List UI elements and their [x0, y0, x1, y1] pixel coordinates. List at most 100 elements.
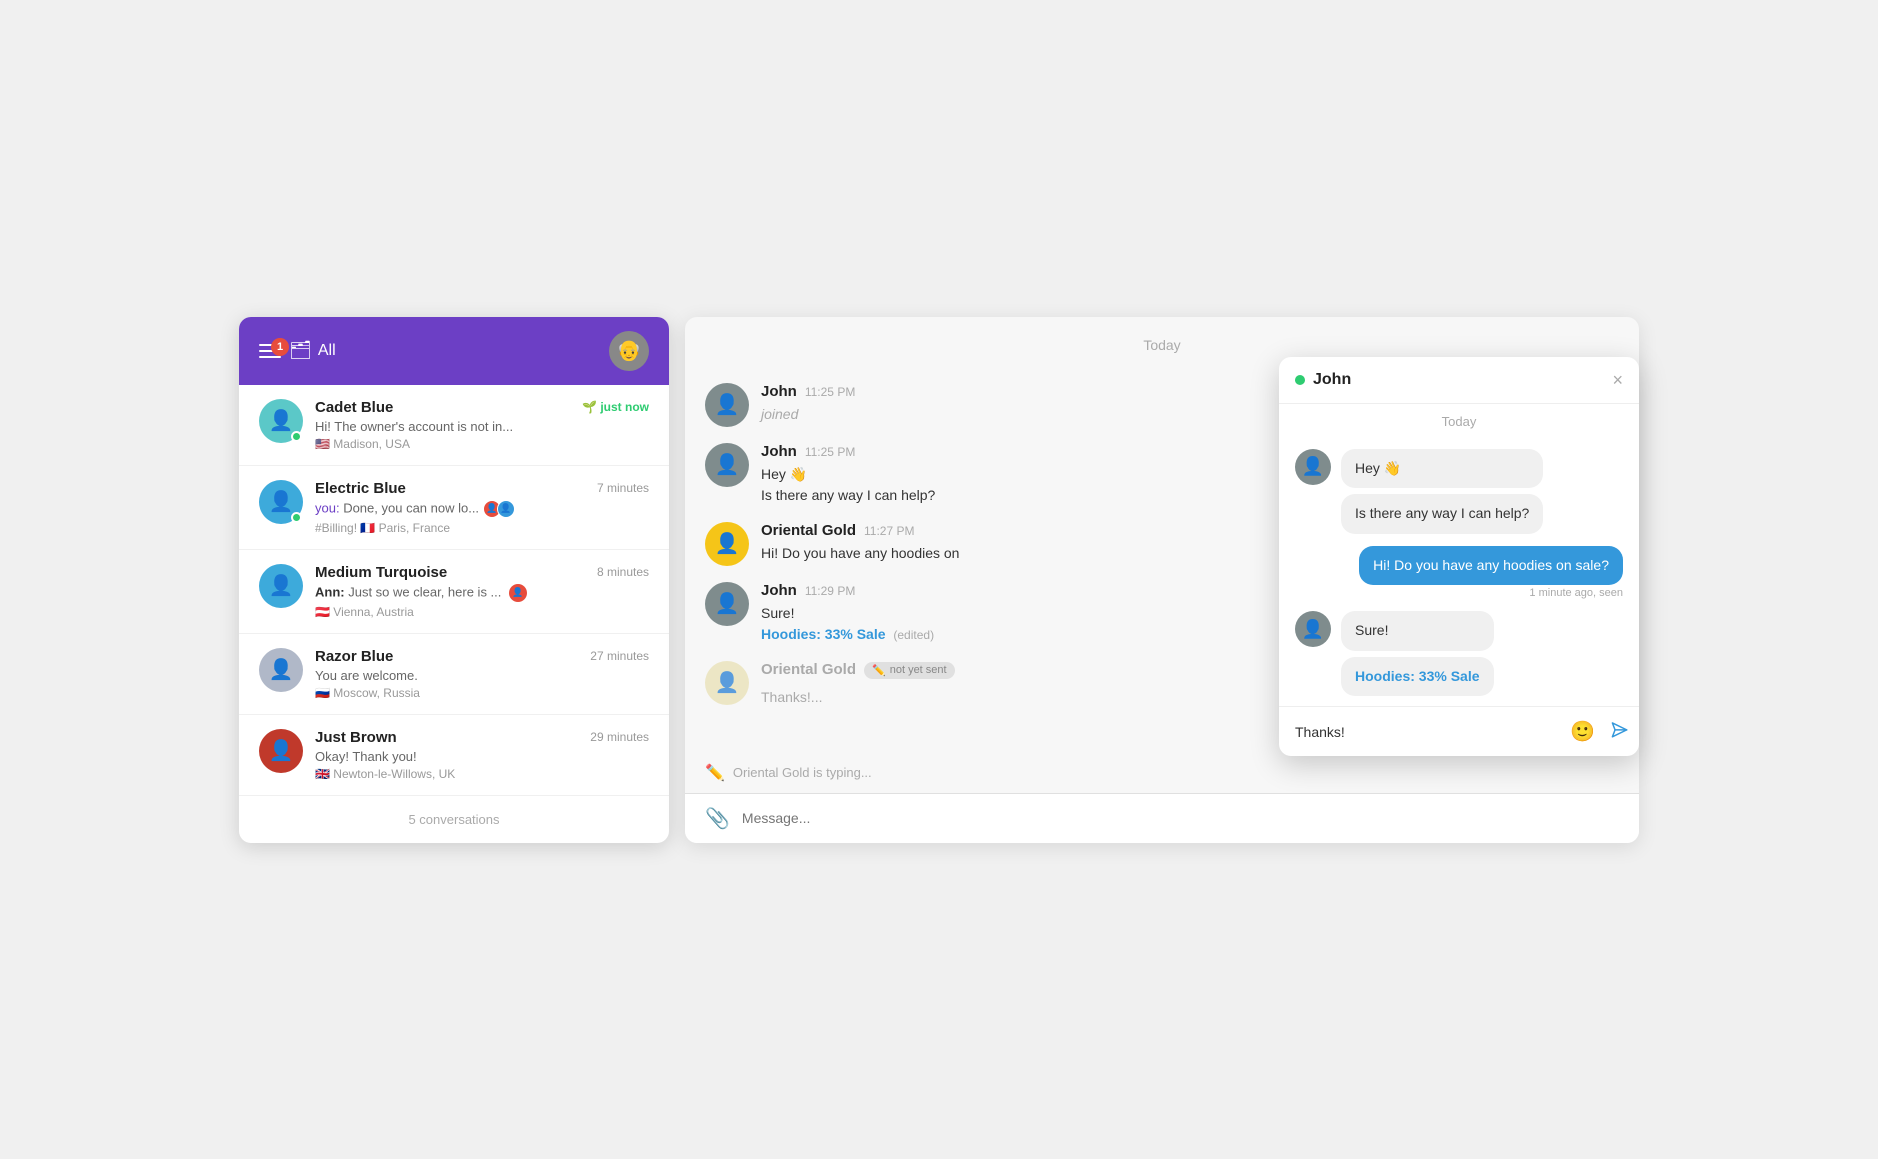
- avatar: 👤: [259, 648, 303, 692]
- stack-avatar: 👤: [497, 500, 515, 518]
- attach-icon[interactable]: 📎: [705, 806, 730, 831]
- user-avatar-header[interactable]: 👴: [609, 331, 649, 371]
- mini-messages: 👤 Hey 👋 Is there any way I can help? Hi!…: [1279, 439, 1639, 707]
- conv-meta: #Billing! 🇫🇷 Paris, France: [315, 521, 649, 535]
- mini-message-input[interactable]: [1295, 724, 1560, 740]
- msg-time: 11:25 PM: [805, 445, 855, 459]
- list-item[interactable]: 👤 Electric Blue 7 minutes you: Done, you…: [239, 466, 669, 550]
- person-icon: 👤: [269, 489, 294, 514]
- notification-badge: 1: [271, 338, 289, 356]
- person-icon: 👤: [269, 657, 294, 682]
- conv-body: Just Brown 29 minutes Okay! Thank you! 🇬…: [315, 729, 649, 781]
- conv-time: 29 minutes: [590, 730, 649, 744]
- msg-content: Oriental Gold ✏️ not yet sent Thanks!...: [761, 661, 955, 708]
- list-item: 👤 Hey 👋 Is there any way I can help?: [1295, 449, 1623, 534]
- mini-chat-name: John: [1313, 371, 1351, 389]
- send-button[interactable]: [1599, 717, 1629, 747]
- hoodies-link[interactable]: Hoodies: 33% Sale: [1355, 668, 1480, 684]
- list-item[interactable]: 👤 Razor Blue 27 minutes You are welcome.…: [239, 634, 669, 715]
- conv-meta: 🇷🇺 Moscow, Russia: [315, 686, 649, 700]
- conversation-items: 👤 Cadet Blue 🌱 just now Hi! The owner's …: [239, 385, 669, 796]
- conv-body: Medium Turquoise 8 minutes Ann: Just so …: [315, 564, 649, 619]
- msg-bubble: Sure!: [1341, 611, 1494, 651]
- avatar: 👤: [259, 399, 303, 443]
- conv-time: 7 minutes: [597, 481, 649, 495]
- hoodies-link[interactable]: Hoodies: 33% Sale: [761, 626, 886, 642]
- msg-status: ✏️ not yet sent: [864, 662, 955, 679]
- conv-body: Razor Blue 27 minutes You are welcome. 🇷…: [315, 648, 649, 700]
- list-item: 👤 Sure! Hoodies: 33% Sale: [1295, 611, 1623, 696]
- msg-bubble: joined: [761, 404, 855, 425]
- list-item: Hi! Do you have any hoodies on sale? 1 m…: [1295, 546, 1623, 600]
- close-button[interactable]: ×: [1612, 371, 1623, 389]
- bubble-wrap: Sure! Hoodies: 33% Sale: [1341, 611, 1494, 696]
- person-icon: 👤: [269, 738, 294, 763]
- msg-time: 11:25 PM: [805, 385, 855, 399]
- avatar: 👤: [705, 383, 749, 427]
- msg-bubble: Hoodies: 33% Sale: [1341, 657, 1494, 697]
- mini-date-separator: Today: [1279, 404, 1639, 439]
- msg-content: John 11:29 PM Sure! Hoodies: 33% Sale (e…: [761, 582, 934, 645]
- msg-sender: John: [761, 383, 797, 400]
- msg-bubble: Hey 👋 Is there any way I can help?: [761, 464, 935, 506]
- conv-name: Razor Blue: [315, 648, 393, 665]
- pending-icon: ✏️: [872, 664, 886, 677]
- avatar: 👤: [259, 480, 303, 524]
- mini-input-area: 🙂: [1279, 706, 1639, 756]
- person-icon: 👤: [269, 573, 294, 598]
- online-indicator: [291, 512, 302, 523]
- conv-preview: Hi! The owner's account is not in...: [315, 419, 649, 434]
- avatar: 👤: [705, 443, 749, 487]
- conv-meta: 🇬🇧 Newton-le-Willows, UK: [315, 767, 649, 781]
- menu-button[interactable]: 1: [259, 344, 281, 358]
- msg-content: John 11:25 PM joined: [761, 383, 855, 425]
- conv-preview: Ann: Just so we clear, here is ... 👤: [315, 584, 649, 602]
- conv-preview: you: Done, you can now lo... 👤 👤: [315, 500, 649, 518]
- stack-avatar: 👤: [509, 584, 527, 602]
- msg-time: 11:27 PM: [864, 524, 914, 538]
- all-label: 🗂 All: [289, 340, 336, 361]
- conv-time: 27 minutes: [590, 649, 649, 663]
- conv-time: 🌱 just now: [582, 400, 649, 414]
- conv-preview: Okay! Thank you!: [315, 749, 649, 764]
- mini-chat-header: John ×: [1279, 357, 1639, 404]
- message-input[interactable]: [742, 810, 1619, 826]
- msg-content: John 11:25 PM Hey 👋 Is there any way I c…: [761, 443, 935, 506]
- pencil-icon: ✏️: [705, 763, 725, 783]
- conv-preview: You are welcome.: [315, 668, 649, 683]
- online-indicator: [291, 431, 302, 442]
- mini-chat: John × Today 👤 Hey 👋 Is there any way I …: [1279, 357, 1639, 757]
- conv-name: Just Brown: [315, 729, 397, 746]
- avatar: 👤: [259, 564, 303, 608]
- conversation-list: 1 🗂 All 👴 👤 Cadet Blue: [239, 317, 669, 843]
- msg-sender: Oriental Gold: [761, 661, 856, 678]
- msg-bubble: Hey 👋: [1341, 449, 1543, 489]
- typing-indicator: ✏️ Oriental Gold is typing...: [685, 753, 1639, 793]
- msg-bubble: Hi! Do you have any hoodies on sale?: [1359, 546, 1623, 586]
- avatar: 👤: [705, 582, 749, 626]
- app-container: 1 🗂 All 👴 👤 Cadet Blue: [239, 317, 1639, 843]
- msg-bubble: Hi! Do you have any hoodies on: [761, 543, 959, 564]
- edited-label: (edited): [893, 628, 934, 642]
- msg-sender: Oriental Gold: [761, 522, 856, 539]
- conv-body: Cadet Blue 🌱 just now Hi! The owner's ac…: [315, 399, 649, 451]
- msg-bubble: Is there any way I can help?: [1341, 494, 1543, 534]
- avatar: 👤: [705, 522, 749, 566]
- list-item[interactable]: 👤 Cadet Blue 🌱 just now Hi! The owner's …: [239, 385, 669, 466]
- online-indicator: [1295, 375, 1305, 385]
- list-item[interactable]: 👤 Just Brown 29 minutes Okay! Thank you!…: [239, 715, 669, 796]
- bubble-wrap: Hey 👋 Is there any way I can help?: [1341, 449, 1543, 534]
- conv-name: Medium Turquoise: [315, 564, 447, 581]
- list-item[interactable]: 👤 Medium Turquoise 8 minutes Ann: Just s…: [239, 550, 669, 634]
- msg-sender: John: [761, 582, 797, 599]
- avatar: 👤: [1295, 449, 1331, 485]
- chat-input-area: 📎: [685, 793, 1639, 843]
- msg-time: 11:29 PM: [805, 584, 855, 598]
- msg-bubble: Thanks!...: [761, 687, 955, 708]
- conv-time: 8 minutes: [597, 565, 649, 579]
- msg-content: Oriental Gold 11:27 PM Hi! Do you have a…: [761, 522, 959, 564]
- conv-name: Cadet Blue: [315, 399, 393, 416]
- avatar: 👤: [259, 729, 303, 773]
- emoji-icon[interactable]: 🙂: [1570, 719, 1595, 744]
- conv-header-left: 1 🗂 All: [259, 340, 336, 361]
